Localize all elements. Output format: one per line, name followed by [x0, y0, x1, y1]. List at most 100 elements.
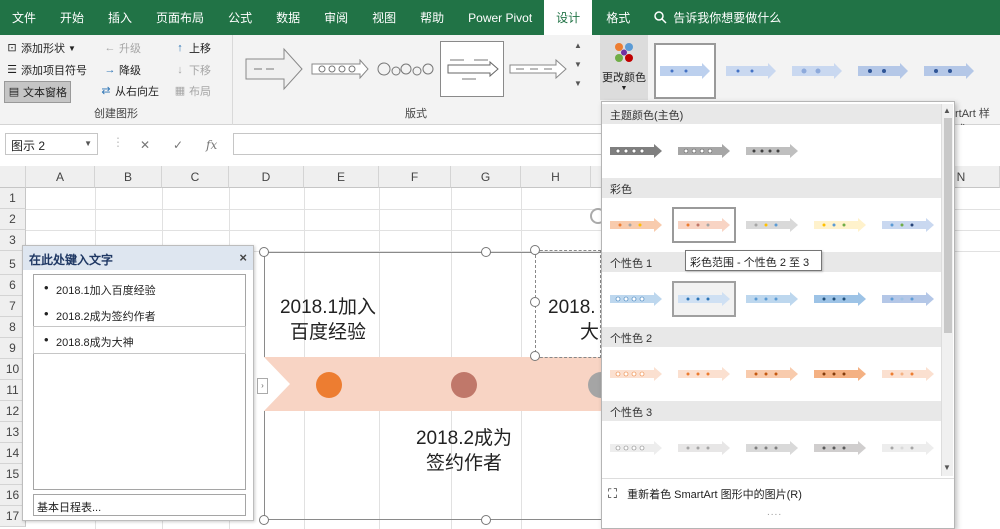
column-header-e[interactable]: E: [304, 166, 379, 188]
tab-insert[interactable]: 插入: [96, 0, 144, 35]
text-pane-button[interactable]: ▤ 文本窗格: [4, 81, 71, 103]
column-header-b[interactable]: B: [95, 166, 162, 188]
smartart-style-5[interactable]: [918, 43, 980, 99]
smartart-style-3[interactable]: [786, 43, 848, 99]
color-swatch[interactable]: [808, 356, 872, 392]
recolor-pictures-option[interactable]: ⛶ 重新着色 SmartArt 图形中的图片(R): [602, 478, 954, 508]
color-swatch[interactable]: [672, 356, 736, 392]
color-swatch[interactable]: [876, 430, 940, 466]
color-swatch[interactable]: [808, 430, 872, 466]
layout-option-1[interactable]: [242, 41, 306, 97]
column-header-h[interactable]: H: [521, 166, 591, 188]
add-bullet-button[interactable]: ☰ 添加项目符号: [6, 62, 87, 78]
color-swatch-selected[interactable]: [672, 207, 736, 243]
smartart-style-2[interactable]: [720, 43, 782, 99]
layout-option-3[interactable]: [374, 41, 438, 97]
tab-formulas[interactable]: 公式: [216, 0, 264, 35]
color-swatch[interactable]: [740, 281, 804, 317]
color-swatch[interactable]: [740, 356, 804, 392]
color-swatch[interactable]: [604, 133, 668, 169]
tab-power-pivot[interactable]: Power Pivot: [456, 0, 544, 35]
tell-me-box[interactable]: 告诉我你想要做什么: [654, 0, 781, 35]
fx-icon[interactable]: fx: [206, 138, 217, 152]
layouts-scroll[interactable]: ▲ ▼ ▼: [574, 41, 588, 97]
tab-data[interactable]: 数据: [264, 0, 312, 35]
resize-handle[interactable]: [259, 247, 269, 257]
color-swatch[interactable]: [604, 281, 668, 317]
layout-option-5[interactable]: [506, 41, 570, 97]
row-header-2[interactable]: 2: [0, 209, 26, 230]
layout-option-2[interactable]: [308, 41, 372, 97]
close-icon[interactable]: ×: [239, 250, 247, 265]
promote-button[interactable]: ← 升级: [104, 40, 142, 56]
text-pane-item[interactable]: 2018.1加入百度经验: [34, 275, 245, 301]
tab-format[interactable]: 格式: [592, 0, 644, 35]
row-header-1[interactable]: 1: [0, 188, 26, 209]
color-swatch[interactable]: [672, 133, 736, 169]
more-icon[interactable]: ▼: [574, 79, 588, 88]
move-down-button[interactable]: ↓ 下移: [174, 62, 211, 78]
timeline-label-2[interactable]: 2018.2成为 签约作者: [404, 426, 524, 476]
column-header-g[interactable]: G: [451, 166, 521, 188]
color-swatch[interactable]: [740, 133, 804, 169]
color-swatch-hovered[interactable]: [672, 281, 736, 317]
change-colors-button[interactable]: 更改颜色 ▼: [600, 35, 648, 100]
color-swatch[interactable]: [808, 207, 872, 243]
resize-handle[interactable]: [481, 515, 491, 525]
formula-input[interactable]: [233, 133, 613, 155]
color-swatch[interactable]: [604, 207, 668, 243]
color-swatch[interactable]: [740, 430, 804, 466]
resize-handle[interactable]: [530, 297, 540, 307]
chevron-up-icon[interactable]: ▲: [943, 106, 951, 115]
timeline-label-1[interactable]: 2018.1加入 百度经验: [268, 295, 388, 345]
resize-grip-icon[interactable]: ....: [767, 507, 782, 518]
column-header-a[interactable]: A: [26, 166, 95, 188]
color-swatch[interactable]: [604, 356, 668, 392]
tab-page-layout[interactable]: 页面布局: [144, 0, 216, 35]
move-up-button[interactable]: ↑ 上移: [174, 40, 211, 56]
chevron-down-icon[interactable]: ▼: [84, 139, 92, 148]
layout-option-4-selected[interactable]: [440, 41, 504, 97]
column-header-c[interactable]: C: [162, 166, 229, 188]
timeline-marker-1[interactable]: [316, 372, 342, 398]
tab-help[interactable]: 帮助: [408, 0, 456, 35]
scrollbar-thumb[interactable]: [944, 118, 952, 333]
color-swatch[interactable]: [740, 207, 804, 243]
column-header-d[interactable]: D: [229, 166, 304, 188]
resize-handle[interactable]: [530, 351, 540, 361]
tab-view[interactable]: 视图: [360, 0, 408, 35]
color-swatch[interactable]: [876, 207, 940, 243]
smartart-style-1[interactable]: [654, 43, 716, 99]
color-swatch[interactable]: [808, 281, 872, 317]
tab-file[interactable]: 文件: [0, 0, 48, 35]
select-all-corner[interactable]: [0, 166, 26, 188]
timeline-marker-2[interactable]: [451, 372, 477, 398]
column-header-f[interactable]: F: [379, 166, 451, 188]
text-pane-toggle[interactable]: ›: [257, 378, 268, 394]
color-swatch[interactable]: [876, 356, 940, 392]
layout-button[interactable]: ▦ 布局: [174, 83, 211, 99]
text-pane-footer-link[interactable]: 基本日程表...: [33, 494, 246, 516]
color-swatch[interactable]: [672, 430, 736, 466]
enter-icon[interactable]: ✓: [173, 138, 183, 152]
smartart-style-4[interactable]: [852, 43, 914, 99]
resize-handle[interactable]: [259, 515, 269, 525]
tab-review[interactable]: 审阅: [312, 0, 360, 35]
color-swatch[interactable]: [604, 430, 668, 466]
name-box[interactable]: 图示 2 ▼: [5, 133, 98, 155]
chevron-down-icon[interactable]: ▼: [574, 60, 588, 69]
demote-button[interactable]: → 降级: [104, 62, 142, 78]
add-shape-button[interactable]: ⊡ 添加形状 ▼: [6, 40, 76, 56]
tab-design[interactable]: 设计: [544, 0, 593, 35]
chevron-up-icon[interactable]: ▲: [574, 41, 588, 50]
tab-home[interactable]: 开始: [48, 0, 96, 35]
chevron-down-icon[interactable]: ▼: [943, 463, 951, 472]
text-pane-list[interactable]: 2018.1加入百度经验 2018.2成为签约作者 2018.8成为大神: [33, 274, 246, 490]
right-to-left-button[interactable]: ⇄ 从右向左: [100, 83, 159, 99]
color-swatch[interactable]: [876, 281, 940, 317]
text-pane-item-selected[interactable]: 2018.8成为大神: [33, 326, 246, 354]
resize-handle[interactable]: [530, 245, 540, 255]
resize-handle[interactable]: [481, 247, 491, 257]
cancel-icon[interactable]: ✕: [140, 138, 150, 152]
text-pane-item[interactable]: 2018.2成为签约作者: [34, 301, 245, 327]
